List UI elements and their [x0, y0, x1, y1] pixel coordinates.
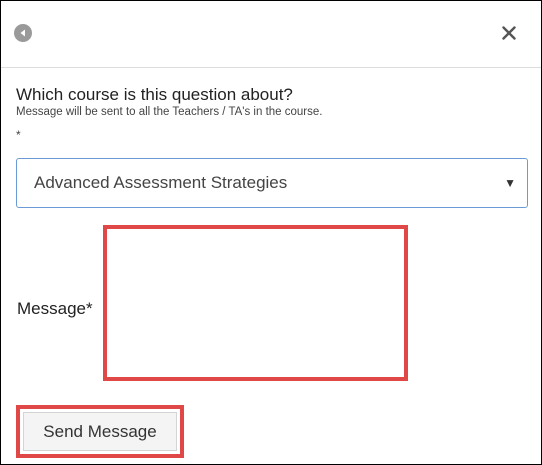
close-button[interactable]	[497, 21, 521, 45]
course-question-hint: Message will be sent to all the Teachers…	[16, 106, 323, 118]
dialog-header	[1, 1, 541, 68]
course-question-label: Which course is this question about?	[16, 85, 293, 104]
message-label: Message*	[17, 299, 93, 318]
arrow-left-circle-icon	[20, 29, 25, 37]
send-message-dialog: Which course is this question about? Mes…	[0, 0, 542, 465]
course-select-value: Advanced Assessment Strategies	[34, 173, 288, 192]
course-select[interactable]: Advanced Assessment Strategies ▼	[16, 158, 528, 208]
close-icon	[502, 26, 516, 40]
send-button-highlight: Send Message	[16, 405, 184, 458]
dropdown-arrow-icon: ▼	[504, 176, 516, 190]
send-message-button[interactable]: Send Message	[23, 412, 177, 451]
required-marker: *	[16, 128, 21, 142]
message-textarea[interactable]	[103, 225, 408, 381]
back-button[interactable]	[14, 24, 32, 42]
